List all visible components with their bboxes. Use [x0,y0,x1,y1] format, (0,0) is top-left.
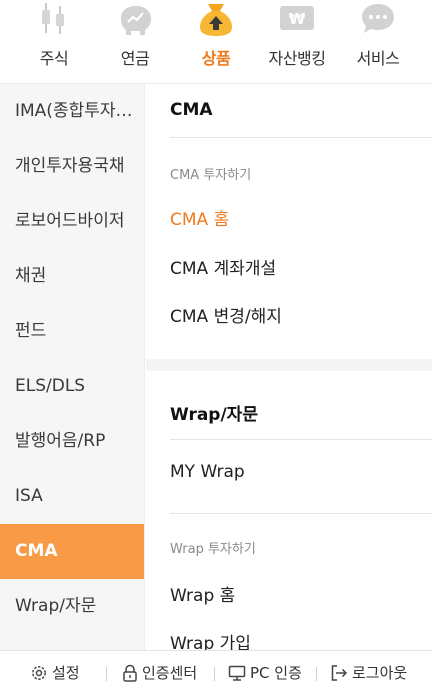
tab-stocks[interactable]: 주식 [11,0,97,84]
divider [170,513,432,514]
chat-bubble-icon [362,4,394,33]
separator [316,667,317,681]
sidebar-item-bonds[interactable]: 채권 [0,249,144,304]
submenu-panel: CMA CMA 투자하기 CMA 홈 CMA 계좌개설 CMA 변경/해지 Wr… [146,84,432,650]
won-card-icon: ₩ [280,6,314,30]
my-wrap-link[interactable]: MY Wrap [170,462,245,482]
top-navigation: 주식 연금 상품 ₩ 자산뱅킹 서비스 [0,0,432,84]
tab-products-label: 상품 [201,49,231,68]
tab-asset-banking-label: 자산뱅킹 [268,49,326,68]
svg-text:₩: ₩ [289,10,306,28]
gear-icon [32,666,46,680]
sidebar-item-funds[interactable]: 펀드 [0,304,144,359]
wrap-subheading: Wrap 투자하기 [170,542,256,557]
divider [170,137,432,138]
candlestick-icon [42,3,64,34]
logout-icon [331,665,348,681]
sidebar-item-notes-rp[interactable]: 발행어음/RP [0,414,144,469]
settings-button[interactable]: 설정 [30,651,80,695]
separator [106,667,107,681]
tab-stocks-label: 주식 [39,49,69,68]
cma-home-link[interactable]: CMA 홈 [170,205,229,230]
wrap-home-link[interactable]: Wrap 홈 [170,581,235,606]
lock-icon [123,664,137,682]
sidebar-item-isa[interactable]: ISA [0,469,144,524]
sidebar-item-els-dls[interactable]: ELS/DLS [0,359,144,414]
monitor-icon [228,665,246,681]
bottom-utility-bar: 설정 인증센터 PC 인증 로그아웃 [0,650,432,695]
separator [214,667,215,681]
tab-asset-banking[interactable]: ₩ 자산뱅킹 [254,0,340,84]
tab-pension[interactable]: 연금 [92,0,178,84]
section-gap [146,359,432,371]
money-bag-icon [200,4,232,36]
cma-change-close-link[interactable]: CMA 변경/해지 [170,302,282,327]
divider [170,439,432,440]
wrap-join-link[interactable]: Wrap 가입 [170,629,251,650]
sidebar-item-cma[interactable]: CMA [0,524,144,579]
piggy-bank-icon [121,6,151,35]
pc-auth-button[interactable]: PC 인증 [228,651,302,695]
auth-center-button[interactable]: 인증센터 [122,651,197,695]
cma-open-account-link[interactable]: CMA 계좌개설 [170,254,276,279]
category-sidebar: IMA(종합투자계좌) 개인투자용국채 로보어드바이저 채권 펀드 ELS/DL… [0,84,145,650]
tab-services[interactable]: 서비스 [335,0,421,84]
logout-label: 로그아웃 [352,664,408,682]
sidebar-item-wrap[interactable]: Wrap/자문 [0,579,144,634]
settings-label: 설정 [52,664,80,682]
cma-subheading: CMA 투자하기 [170,168,252,183]
tab-products[interactable]: 상품 [173,0,259,84]
sidebar-item-robo-advisor[interactable]: 로보어드바이저 [0,194,144,249]
tab-services-label: 서비스 [356,49,400,68]
tab-pension-label: 연금 [120,49,150,68]
wrap-section-title: Wrap/자문 [170,405,258,425]
sidebar-item-ima[interactable]: IMA(종합투자계좌) [0,84,144,139]
auth-center-label: 인증센터 [142,664,198,682]
logout-button[interactable]: 로그아웃 [330,651,407,695]
sidebar-item-retail-bonds[interactable]: 개인투자용국채 [0,139,144,194]
pc-auth-label: PC 인증 [250,664,302,682]
cma-section-title: CMA [170,100,213,120]
